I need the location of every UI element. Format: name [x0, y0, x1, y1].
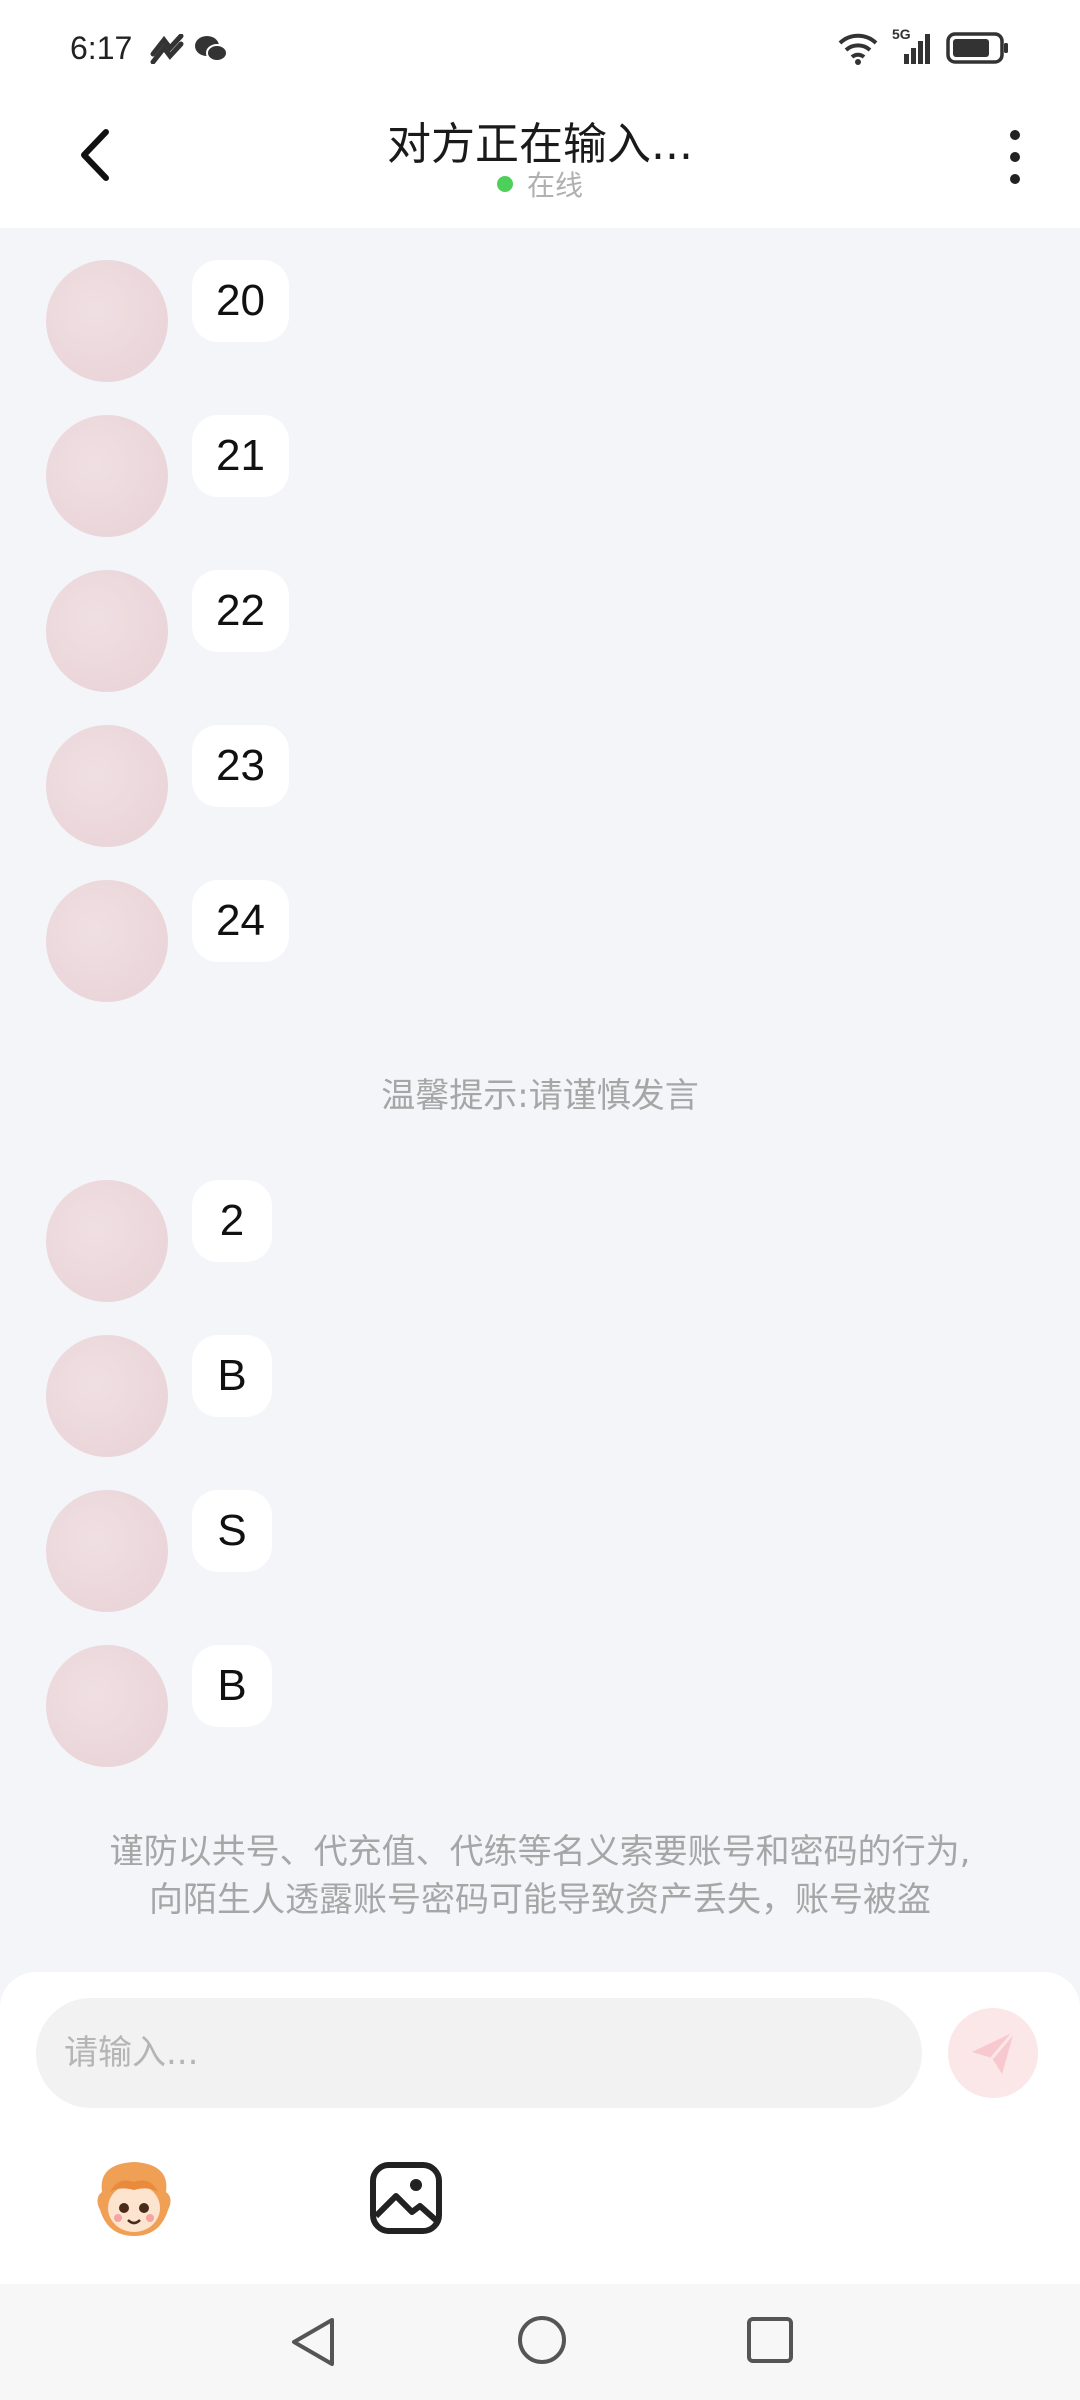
message-row: S — [46, 1490, 272, 1612]
message-composer — [0, 1972, 1080, 2284]
more-options-button[interactable] — [990, 122, 1040, 192]
avatar[interactable] — [46, 260, 168, 382]
avatar[interactable] — [46, 415, 168, 537]
nav-back-icon[interactable] — [286, 2314, 342, 2370]
avatar[interactable] — [46, 1335, 168, 1457]
message-row: 23 — [46, 725, 289, 847]
send-button[interactable] — [948, 2008, 1038, 2098]
warning-line-1: 谨防以共号、代充值、代练等名义索要账号和密码的行为, — [109, 1832, 971, 1872]
message-bubble[interactable]: 23 — [192, 725, 289, 807]
message-bubble[interactable]: 22 — [192, 570, 289, 652]
avatar[interactable] — [46, 880, 168, 1002]
wifi-icon — [838, 33, 878, 65]
more-dot — [1010, 152, 1020, 162]
chat-title: 对方正在输入... — [387, 119, 693, 170]
app-notification-icon — [150, 34, 184, 64]
message-row: 21 — [46, 415, 289, 537]
message-bubble[interactable]: 2 — [192, 1180, 272, 1262]
more-vertical-icon — [1010, 130, 1020, 140]
message-row: B — [46, 1335, 272, 1457]
nav-recent-icon[interactable] — [744, 2314, 796, 2366]
image-button[interactable] — [368, 2160, 444, 2236]
image-icon — [370, 2162, 442, 2234]
message-bubble[interactable]: 24 — [192, 880, 289, 962]
message-bubble[interactable]: 21 — [192, 415, 289, 497]
avatar[interactable] — [46, 1645, 168, 1767]
message-bubble[interactable]: B — [192, 1645, 272, 1727]
message-bubble[interactable]: 20 — [192, 260, 289, 342]
warning-line-2: 向陌生人透露账号密码可能导致资产丢失，账号被盗 — [149, 1880, 931, 1920]
message-input[interactable] — [36, 1998, 922, 2108]
message-row: 20 — [46, 260, 289, 382]
emoji-button[interactable] — [88, 2152, 180, 2244]
nav-home-icon[interactable] — [514, 2312, 570, 2368]
online-dot-icon — [496, 176, 513, 192]
battery-icon — [946, 32, 1008, 64]
wechat-icon — [195, 36, 228, 62]
send-icon — [972, 2031, 1016, 2074]
more-dot — [1010, 174, 1020, 184]
security-warning: 谨防以共号、代充值、代练等名义索要账号和密码的行为, 向陌生人透露账号密码可能导… — [60, 1828, 1020, 1924]
cellular-icon: 5G — [892, 26, 932, 66]
chat-header: 对方正在输入... 在线 — [0, 100, 1080, 228]
online-status: 在线 — [0, 164, 1080, 204]
message-row: 24 — [46, 880, 289, 1002]
status-time: 6:17 — [70, 30, 133, 66]
emoji-sticker-icon — [97, 2162, 171, 2236]
message-bubble[interactable]: S — [192, 1490, 272, 1572]
avatar[interactable] — [46, 1490, 168, 1612]
avatar[interactable] — [46, 570, 168, 692]
message-row: 22 — [46, 570, 289, 692]
message-row: 2 — [46, 1180, 272, 1302]
online-status-label: 在线 — [526, 169, 583, 202]
chat-screen: 6:17 5G 对方正在输入... 在线 20 21 22 23 24 温馨提示… — [0, 0, 1080, 2400]
status-bar: 6:17 5G — [0, 0, 1080, 100]
system-status-icons: 5G — [838, 26, 1010, 66]
notification-icons — [150, 34, 228, 64]
system-tip: 温馨提示:请谨慎发言 — [381, 1076, 699, 1116]
avatar[interactable] — [46, 725, 168, 847]
system-nav-bar — [0, 2284, 1080, 2400]
avatar[interactable] — [46, 1180, 168, 1302]
message-bubble[interactable]: B — [192, 1335, 272, 1417]
message-row: B — [46, 1645, 272, 1767]
